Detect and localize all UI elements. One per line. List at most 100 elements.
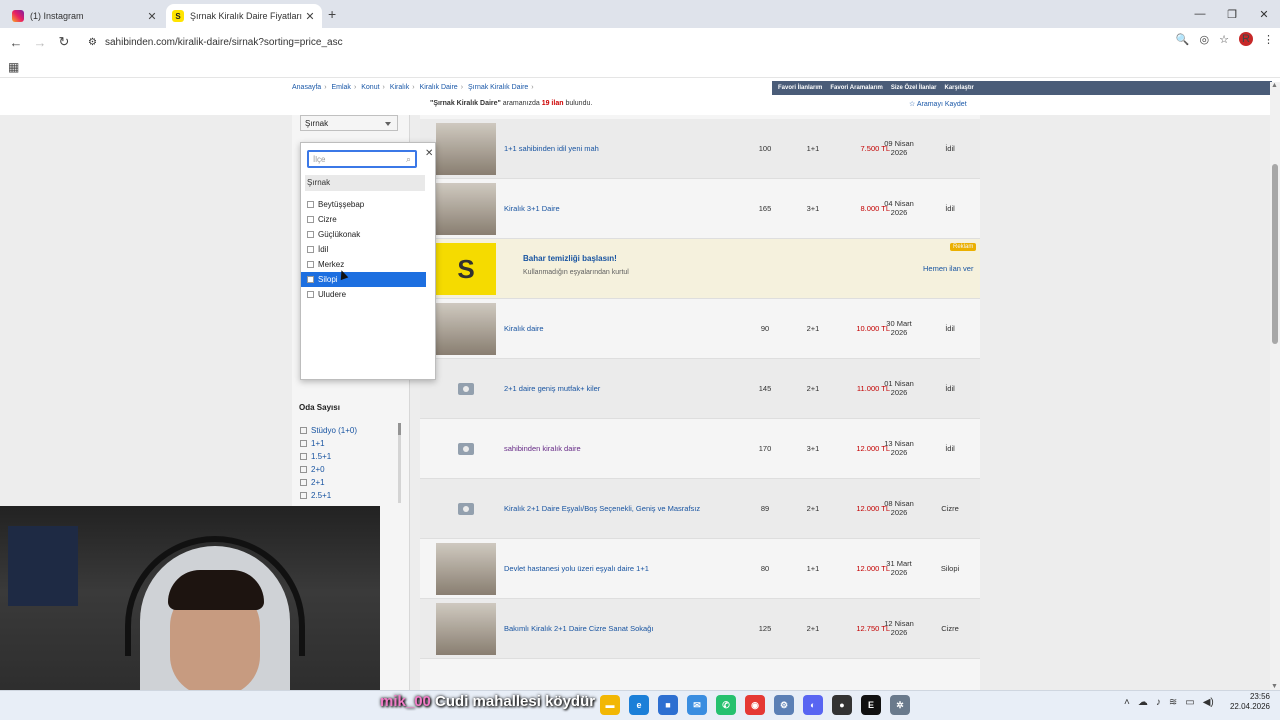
display-icon[interactable]: ▭ (1185, 697, 1194, 708)
listing-row[interactable]: sahibinden kiralık daire 170 3+1 12.000 TL 1… (420, 419, 980, 479)
discord-icon[interactable]: ◐ (803, 695, 823, 715)
checkbox[interactable] (300, 427, 307, 434)
room-list-scrollbar[interactable] (398, 423, 401, 503)
tab-instagram[interactable]: (1) Instagram ✕ (6, 4, 164, 28)
listing-row[interactable]: Bakımlı Kiralık 2+1 Daire Cizre Sanat So… (420, 599, 980, 659)
checkbox[interactable] (307, 216, 314, 223)
obs-icon[interactable]: ● (832, 695, 852, 715)
checkbox[interactable] (307, 231, 314, 238)
bookmark-star-icon[interactable]: ☆ (1219, 33, 1229, 46)
checkbox[interactable] (300, 466, 307, 473)
listing-title-link[interactable]: Devlet hastanesi yolu üzeri eşyalı daire… (504, 564, 649, 573)
district-option[interactable]: Güçlükonak (301, 227, 426, 242)
checkbox[interactable] (307, 246, 314, 253)
close-icon[interactable]: ✕ (425, 148, 433, 159)
checkbox[interactable] (300, 479, 307, 486)
chevron-up-icon[interactable]: ˄ (1124, 697, 1130, 708)
listing-row[interactable]: Devlet hastanesi yolu üzeri eşyalı daire… (420, 539, 980, 599)
listing-title-link[interactable]: Kiralık daire (504, 324, 544, 333)
save-search-link[interactable]: ☆ Aramayı Kaydet (909, 100, 967, 108)
page-scrollbar[interactable]: ▲ ▼ (1270, 82, 1280, 690)
back-icon[interactable]: ← (4, 35, 28, 50)
profile-avatar[interactable]: R (1239, 32, 1253, 46)
district-option[interactable]: İdil (301, 242, 426, 257)
district-option[interactable]: Beytüşşebap (301, 197, 426, 212)
compare-link[interactable]: Karşılaştır (945, 85, 974, 91)
wifi-icon[interactable]: ≋ (1169, 697, 1177, 708)
store-icon[interactable]: ■ (658, 695, 678, 715)
listing-row[interactable]: Kiralık 3+1 Daire 165 3+1 8.000 TL 04 Nisan 2… (420, 179, 980, 239)
listing-title-link[interactable]: Kiralık 2+1 Daire Eşyalı/Boş Seçenekli, … (504, 504, 700, 513)
url-field[interactable]: ⚙ sahibinden.com/kiralik-daire/sirnak?so… (82, 30, 1222, 54)
listing-title-link[interactable]: Bakımlı Kiralık 2+1 Daire Cizre Sanat So… (504, 624, 653, 633)
network-app-icon[interactable]: ☁ (1138, 697, 1148, 708)
district-search-input[interactable]: İlçe ⌕ (307, 150, 417, 168)
listing-thumb-placeholder[interactable] (436, 483, 496, 535)
breadcrumb-item[interactable]: Kiralık (390, 84, 409, 91)
room-option[interactable]: 1.5+1 (300, 450, 357, 463)
breadcrumb-item[interactable]: Emlak (331, 84, 350, 91)
eye-off-icon[interactable]: ◎ (1200, 33, 1210, 46)
district-option[interactable]: Cizre (301, 212, 426, 227)
checkbox[interactable] (300, 492, 307, 499)
listing-title-link[interactable]: 1+1 sahibinden idil yeni mah (504, 144, 599, 153)
epic-games-icon[interactable]: E (861, 695, 881, 715)
checkbox[interactable] (307, 291, 314, 298)
new-tab-icon[interactable]: + (328, 6, 336, 22)
breadcrumb-item[interactable]: Kiralık Daire (420, 84, 458, 91)
zoom-icon[interactable]: 🔍 (1176, 33, 1190, 46)
listing-row[interactable]: 1+1 sahibinden idil yeni mah 100 1+1 7.500 … (420, 119, 980, 179)
listing-photo[interactable] (436, 303, 496, 355)
favorite-listings-link[interactable]: Favori İlanlarım (778, 85, 822, 91)
favorite-searches-link[interactable]: Favori Aramalarım (830, 85, 882, 91)
listing-title-link[interactable]: 2+1 daire geniş mutfak+ kiler (504, 384, 600, 393)
minimize-icon[interactable]: — (1184, 0, 1216, 28)
listing-photo[interactable] (436, 183, 496, 235)
close-tab-icon[interactable]: ✕ (146, 10, 158, 23)
room-option[interactable]: 2+0 (300, 463, 357, 476)
apps-grid-icon[interactable]: ▦ (8, 60, 19, 74)
file-explorer-icon[interactable]: ▬ (600, 695, 620, 715)
special-listings-link[interactable]: Size Özel İlanlar (891, 85, 937, 91)
whatsapp-icon[interactable]: ✆ (716, 695, 736, 715)
listing-title-link[interactable]: Kiralık 3+1 Daire (504, 204, 560, 213)
listing-photo[interactable] (436, 123, 496, 175)
room-option[interactable]: 2.5+1 (300, 489, 357, 502)
district-option-highlighted[interactable]: Silopi (301, 272, 426, 287)
district-option[interactable]: Uludere (301, 287, 426, 302)
room-option[interactable]: 2+1 (300, 476, 357, 489)
close-tab-icon[interactable]: ✕ (304, 10, 316, 23)
forward-icon[interactable]: → (28, 35, 52, 50)
reload-icon[interactable]: ↻ (52, 34, 76, 50)
checkbox[interactable] (307, 276, 314, 283)
restore-icon[interactable]: ❐ (1216, 0, 1248, 28)
checkbox[interactable] (307, 261, 314, 268)
ad-banner[interactable]: S Bahar temizliği başlasın! Kullanmadığın … (420, 239, 980, 299)
scroll-down-icon[interactable]: ▼ (1271, 683, 1278, 690)
listing-row[interactable]: Kiralık daire 90 2+1 10.000 TL 30 Mart 2026 İd… (420, 299, 980, 359)
room-option[interactable]: Stüdyo (1+0) (300, 424, 357, 437)
chrome-icon[interactable]: ◉ (745, 695, 765, 715)
gear-icon[interactable]: ✲ (890, 695, 910, 715)
listing-photo[interactable] (436, 543, 496, 595)
listing-thumb-placeholder[interactable] (436, 363, 496, 415)
listing-photo[interactable] (436, 603, 496, 655)
breadcrumb-item[interactable]: Anasayfa (292, 84, 321, 91)
outlook-icon[interactable]: ✉ (687, 695, 707, 715)
breadcrumb-item[interactable]: Konut (361, 84, 379, 91)
volume-icon[interactable]: ◀) (1203, 697, 1214, 708)
listing-thumb-placeholder[interactable] (436, 423, 496, 475)
menu-kebab-icon[interactable]: ⋮ (1263, 33, 1274, 46)
checkbox[interactable] (307, 201, 314, 208)
settings-icon[interactable]: ⚙ (774, 695, 794, 715)
city-select[interactable]: Şırnak (300, 115, 398, 131)
microphone-icon[interactable]: ♪ (1156, 697, 1161, 708)
site-info-icon[interactable]: ⚙ (88, 37, 97, 48)
ad-cta-link[interactable]: Hemen ilan ver (923, 264, 973, 273)
close-window-icon[interactable]: ✕ (1248, 0, 1280, 28)
scroll-up-icon[interactable]: ▲ (1271, 82, 1278, 89)
listing-title-link[interactable]: sahibinden kiralık daire (504, 444, 581, 453)
listing-row[interactable]: Kiralık 2+1 Daire Eşyalı/Boş Seçenekli, … (420, 479, 980, 539)
edge-icon[interactable]: e (629, 695, 649, 715)
tab-sahibinden[interactable]: S Şırnak Kiralık Daire Fiyatları ve ✕ (166, 4, 322, 28)
